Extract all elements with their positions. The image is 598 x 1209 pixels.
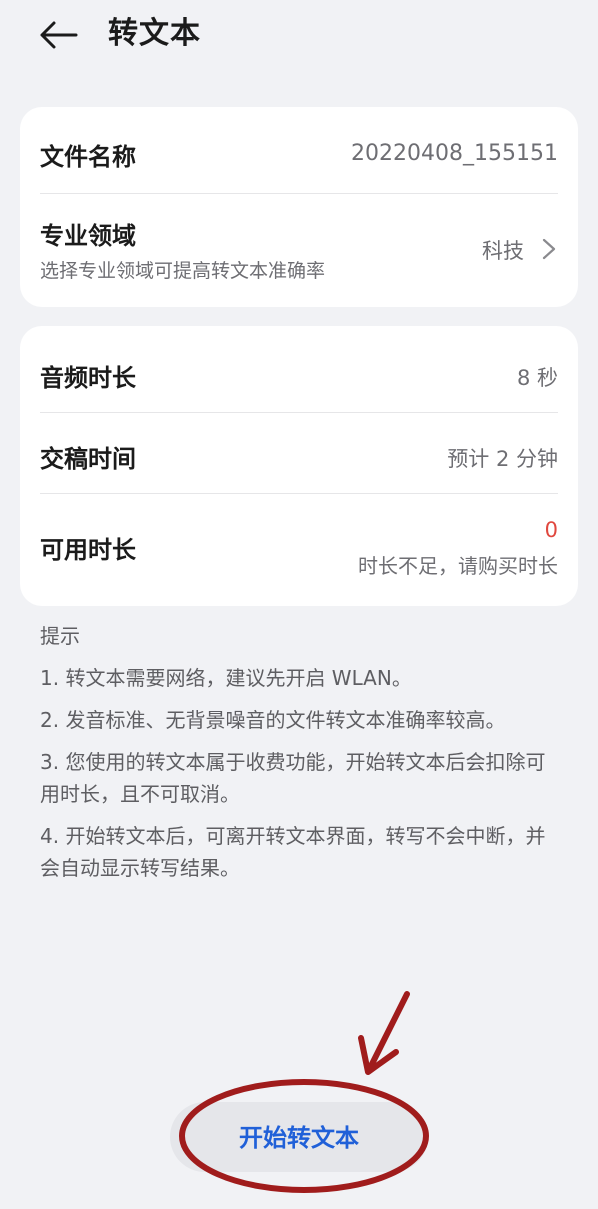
available-duration-value: 0	[544, 518, 558, 542]
file-name-value: 20220408_155151	[351, 141, 558, 166]
chevron-right-icon	[542, 238, 556, 260]
tips-section: 提示 1. 转文本需要网络，建议先开启 WLAN。 2. 发音标准、无背景噪音的…	[40, 620, 560, 894]
transcription-info-card: 音频时长 8 秒 交稿时间 预计 2 分钟 可用时长 0 时长不足，请购买时长	[20, 326, 578, 606]
audio-duration-row: 音频时长 8 秒	[40, 326, 558, 412]
tips-title: 提示	[40, 624, 80, 648]
back-arrow-icon[interactable]	[38, 14, 80, 56]
file-name-label: 文件名称	[40, 143, 136, 171]
delivery-time-value: 预计 2 分钟	[447, 447, 558, 471]
file-name-row: 文件名称 20220408_155151	[40, 107, 558, 193]
audio-duration-label: 音频时长	[40, 364, 136, 392]
tip-item: 2. 发音标准、无背景噪音的文件转文本准确率较高。	[40, 708, 506, 732]
delivery-time-label: 交稿时间	[40, 445, 136, 473]
domain-label: 专业领域	[40, 222, 136, 250]
tip-item: 4. 开始转文本后，可离开转文本界面，转写不会中断，并会自动显示转写结果。	[40, 824, 546, 880]
tip-item: 1. 转文本需要网络，建议先开启 WLAN。	[40, 666, 412, 690]
domain-row[interactable]: 专业领域 选择专业领域可提高转文本准确率 科技	[40, 194, 558, 307]
page-title: 转文本	[108, 16, 201, 51]
available-duration-label: 可用时长	[40, 536, 136, 564]
domain-value: 科技	[482, 239, 524, 263]
domain-hint: 选择专业领域可提高转文本准确率	[40, 260, 326, 282]
delivery-time-row: 交稿时间 预计 2 分钟	[40, 413, 558, 493]
start-transcription-button[interactable]: 开始转文本	[170, 1102, 428, 1172]
tip-item: 3. 您使用的转文本属于收费功能，开始转文本后会扣除可用时长，且不可取消。	[40, 750, 546, 806]
header: 转文本	[0, 0, 598, 72]
available-duration-row: 可用时长 0 时长不足，请购买时长	[40, 494, 558, 606]
insufficient-duration-note: 时长不足，请购买时长	[358, 554, 558, 578]
file-info-card: 文件名称 20220408_155151 专业领域 选择专业领域可提高转文本准确…	[20, 107, 578, 307]
audio-duration-value: 8 秒	[516, 366, 558, 390]
annotation-arrow-icon	[358, 991, 410, 1075]
